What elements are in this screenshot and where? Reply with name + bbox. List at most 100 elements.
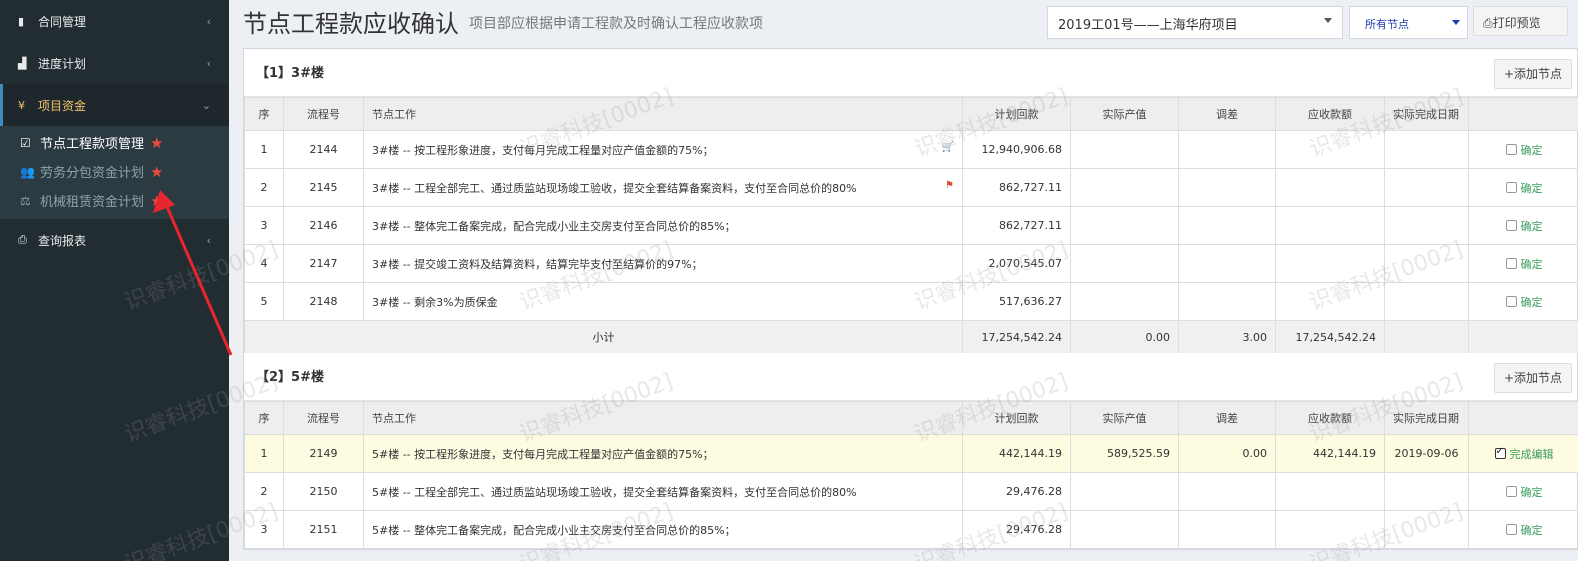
cell-date: 2019-09-06 [1384,434,1469,473]
cell-work: 3#楼 -- 按工程形象进度，支付每月完成工程量对应产值金额的75%； 🛒 [363,130,963,169]
col-header: 实际完成日期 [1384,401,1469,435]
cell-actual [1070,244,1179,283]
cell-work: 3#楼 -- 整体完工备案完成，配合完成小业主交房支付至合同总价的85%； [363,206,963,245]
confirm-checkbox[interactable] [1505,485,1517,497]
cell-action: 确定 [1468,244,1578,283]
cell-seq: 5 [244,282,284,321]
cell-receivable: 442,144.19 [1275,434,1385,473]
sidebar-item-label: 项目资金 [38,98,87,113]
sidebar-subitem-labor-plan[interactable]: 👥 劳务分包资金计划 ★ [0,157,229,186]
cell-seq: 2 [244,472,284,511]
confirm-checkbox[interactable] [1505,295,1517,307]
confirm-checkbox[interactable] [1505,257,1517,269]
sidebar-item-funds[interactable]: ¥ 项目资金 ⌄ [0,84,229,126]
confirm-link[interactable]: 确定 [1521,258,1543,271]
star-icon: ★ [150,191,164,210]
cell-receivable [1275,244,1385,283]
section-title: 【2】5#楼 [256,370,324,385]
confirm-checkbox[interactable] [1505,181,1517,193]
confirm-link[interactable]: 确定 [1521,220,1543,233]
col-header: 节点工作 [363,97,963,131]
cell-receivable [1275,130,1385,169]
col-header [1468,97,1578,131]
work-text: 3#楼 -- 按工程形象进度，支付每月完成工程量对应产值金额的75%； [372,143,714,157]
table-row: 1 2149 5#楼 -- 按工程形象进度，支付每月完成工程量对应产值金额的75… [244,434,1578,473]
node-table: 序 流程号 节点工作 计划回款 实际产值 调差 应收款额 实际完成日期 1 21… [244,97,1578,354]
project-select-value: 2019工01号——上海华府项目 [1058,18,1238,33]
table-row: 3 2151 5#楼 -- 整体完工备案完成，配合完成小业主交房支付至合同总价的… [244,510,1578,549]
yen-icon: ¥ [18,98,25,112]
add-node-button[interactable]: +添加节点 [1494,363,1572,393]
cell-adj [1178,206,1276,245]
cell-actual: 589,525.59 [1070,434,1179,473]
cell-flow: 2147 [283,244,364,283]
cell-action: 确定 [1468,472,1578,511]
cell-work: 5#楼 -- 整体完工备案完成，配合完成小业主交房支付至合同总价的85%； [363,510,963,549]
confirm-checkbox[interactable] [1505,143,1517,155]
star-icon: ★ [150,133,164,152]
flag-icon[interactable]: ⚑ [945,180,954,191]
sidebar-subitem-machine-plan[interactable]: ⚖ 机械租赁资金计划 ★ [0,186,229,215]
cell-actual [1070,168,1179,207]
cart-icon[interactable]: 🛒 [942,142,954,153]
cell-action: 确定 [1468,130,1578,169]
cell-plan: 29,476.28 [962,472,1071,511]
print-preview-button[interactable]: ⎙打印预览 [1473,6,1568,36]
cell-date [1384,130,1469,169]
node-table: 序 流程号 节点工作 计划回款 实际产值 调差 应收款额 实际完成日期 1 21… [244,401,1578,549]
cell-actual [1070,510,1179,549]
cell-action: 完成编辑 [1468,434,1578,473]
cell-receivable [1275,510,1385,549]
chevron-left-icon: ‹ [206,56,211,70]
sidebar-subnav: ☑ 节点工程款项管理 ★ 👥 劳务分包资金计划 ★ ⚖ 机械租赁资金计划 ★ [0,126,229,219]
confirm-checkbox[interactable] [1494,446,1506,459]
col-header: 流程号 [283,401,364,435]
cell-actual [1070,282,1179,321]
cell-date [1384,206,1469,245]
cell-plan: 517,636.27 [962,282,1071,321]
confirm-link[interactable]: 确定 [1521,144,1543,157]
cell-adj [1178,472,1276,511]
cell-plan: 12,940,906.68 [962,130,1071,169]
sidebar-item-contract[interactable]: ▮ 合同管理 ‹ [0,0,229,42]
print-preview-label: 打印预览 [1492,16,1541,30]
check-square-icon: ☑ [20,135,31,150]
chevron-left-icon: ‹ [206,14,211,28]
cell-receivable [1275,282,1385,321]
book-icon: ▮ [18,14,25,28]
confirm-checkbox[interactable] [1505,219,1517,231]
sidebar-subitem-node-payment[interactable]: ☑ 节点工程款项管理 ★ [0,128,229,157]
cell-adj [1178,130,1276,169]
cell-date [1384,510,1469,549]
star-icon: ★ [150,162,164,181]
subtotal-empty [1468,320,1578,354]
sidebar-item-reports[interactable]: ⎙ 查询报表 ‹ [0,219,229,261]
confirm-link[interactable]: 确定 [1521,182,1543,195]
main-content: 节点工程款应收确认 项目部应根据申请工程款及时确认工程应收款项 2019工01号… [229,0,1578,561]
cell-seq: 3 [244,510,284,549]
node-select[interactable]: 所有节点 [1349,6,1468,39]
col-header: 实际产值 [1070,401,1179,435]
table-row: 4 2147 3#楼 -- 提交竣工资料及结算资料，结算完毕支付至结算价的97%… [244,244,1578,283]
confirm-link[interactable]: 确定 [1521,524,1543,537]
cell-plan: 862,727.11 [962,168,1071,207]
cell-plan: 442,144.19 [962,434,1071,473]
cell-actual [1070,206,1179,245]
cell-plan: 2,070,545.07 [962,244,1071,283]
table-header-row: 序 流程号 节点工作 计划回款 实际产值 调差 应收款额 实际完成日期 [244,401,1578,435]
add-node-button[interactable]: +添加节点 [1494,59,1572,89]
confirm-link[interactable]: 确定 [1521,486,1543,499]
subtotal-label: 小计 [244,320,963,354]
finish-edit-link[interactable]: 完成编辑 [1510,448,1554,461]
subtotal-empty [1384,320,1469,354]
section-header: 【1】3#楼 +添加节点 [244,49,1577,97]
cell-work: 3#楼 -- 剩余3%为质保金 [363,282,963,321]
cell-adj [1178,282,1276,321]
node-select-value: 所有节点 [1365,18,1409,31]
cell-seq: 1 [244,130,284,169]
project-select[interactable]: 2019工01号——上海华府项目 [1047,6,1343,39]
confirm-checkbox[interactable] [1505,523,1517,535]
sidebar-item-schedule[interactable]: ▟ 进度计划 ‹ [0,42,229,84]
cell-actual [1070,130,1179,169]
confirm-link[interactable]: 确定 [1521,296,1543,309]
